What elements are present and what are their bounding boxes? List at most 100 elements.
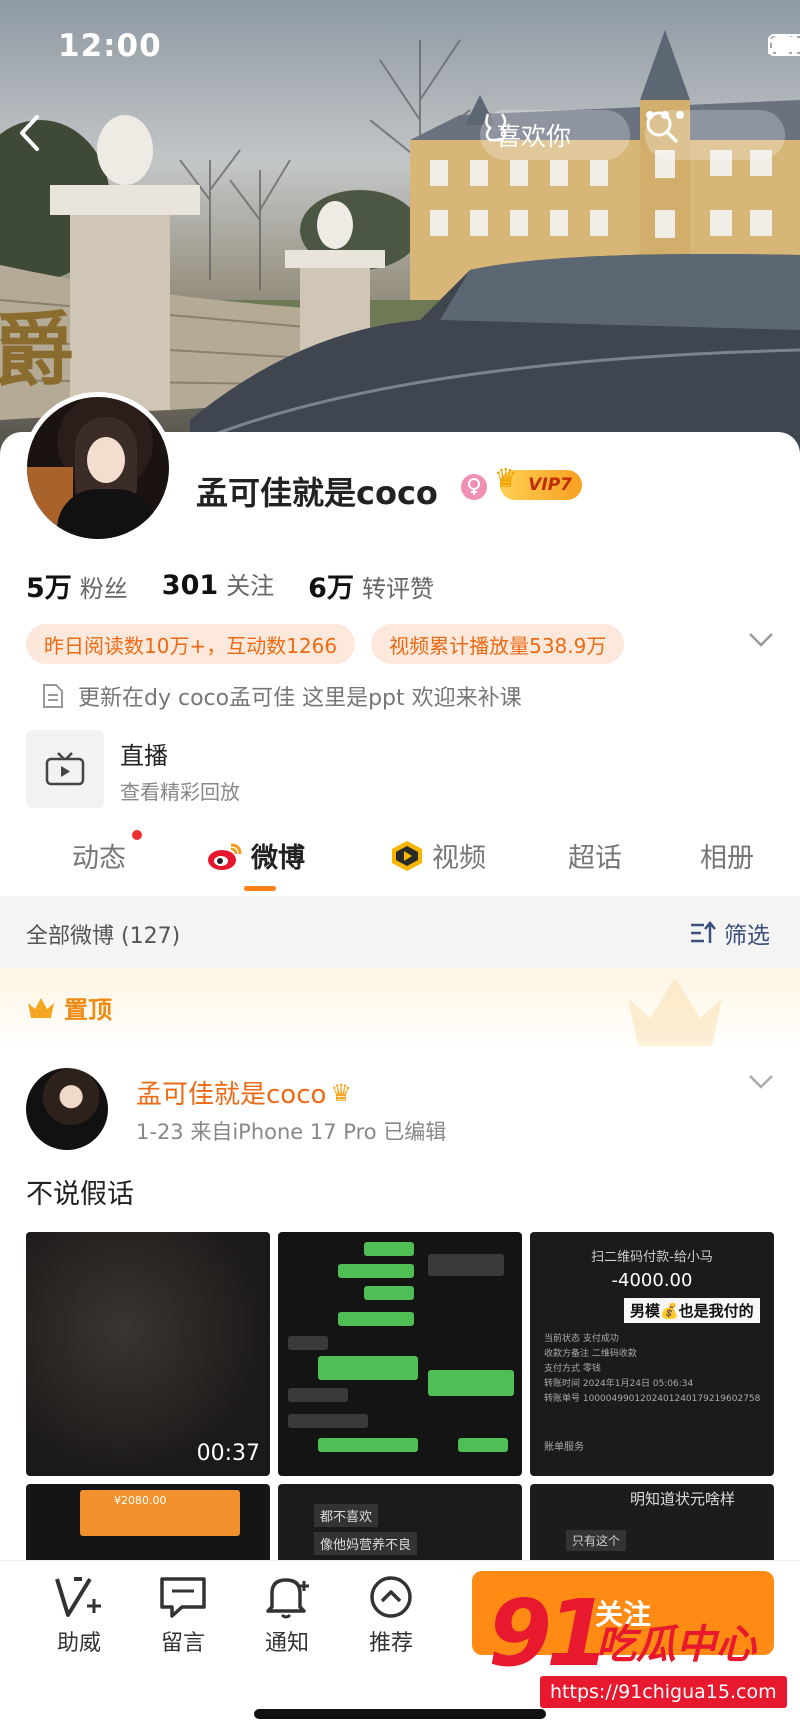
female-icon — [461, 474, 487, 500]
crown-icon — [28, 997, 54, 1018]
payment-footer: 账单服务 — [544, 1442, 584, 1453]
weibo-icon — [208, 843, 242, 870]
post-image-6[interactable]: 明知道状元啥样 只有这个 — [530, 1484, 774, 1564]
post-author-row[interactable]: 孟可佳就是coco ♛ — [136, 1074, 352, 1111]
stat-label: 转评赞 — [361, 575, 434, 603]
stat-label: 关注 — [226, 572, 275, 600]
video-duration: 00:37 — [196, 1441, 260, 1466]
all-posts-count[interactable]: 全部微博 (127) — [26, 918, 180, 950]
tab-video[interactable]: 视频 — [390, 836, 486, 875]
tab-weibo[interactable]: 微博 — [207, 836, 305, 875]
payment-row: 支付方式 零钱 — [544, 1364, 601, 1374]
tab-label: 超话 — [568, 843, 622, 874]
chat-bubble — [318, 1438, 418, 1452]
tab-album[interactable]: 相册 — [700, 836, 754, 875]
chat-bubble — [288, 1388, 348, 1402]
more-icon[interactable] — [645, 110, 685, 120]
back-arrow-icon — [20, 115, 39, 151]
active-tab-underline — [244, 886, 276, 891]
bottom-nav-label: 留言 — [160, 1631, 205, 1656]
unread-dot — [132, 830, 142, 840]
header-nav: 喜欢你 — [0, 110, 800, 160]
tab-super-topic[interactable]: 超话 — [568, 836, 622, 875]
live-replay-thumb[interactable] — [26, 730, 104, 808]
like-you-button[interactable]: 喜欢你 — [480, 110, 630, 160]
expand-chevron-icon[interactable] — [748, 632, 774, 648]
chat-bubble — [458, 1438, 508, 1452]
chat-bubble — [338, 1312, 414, 1326]
post-video-thumb[interactable]: 00:37 — [26, 1232, 270, 1476]
cheer-icon — [55, 1577, 101, 1617]
chat-text: 像他妈营养不良 — [314, 1532, 418, 1555]
bottom-nav-label: 助威 — [56, 1631, 101, 1656]
header-actions — [645, 110, 785, 160]
video-stat-pill[interactable]: 视频累计播放量538.9万 — [371, 624, 625, 664]
avatar-body — [57, 489, 157, 539]
post-author-avatar[interactable] — [26, 1068, 108, 1150]
site-watermark: 91 吃瓜中心 https://91chigua15.com — [478, 1580, 798, 1720]
transfer-card: ¥2080.00 — [80, 1490, 240, 1536]
cheer-button[interactable]: 助威 — [34, 1575, 124, 1657]
tab-dynamic[interactable]: 动态 — [72, 836, 126, 875]
chat-bubble — [428, 1370, 514, 1396]
filter-bar: 全部微博 (127) 筛选 — [0, 896, 800, 968]
document-icon — [43, 684, 63, 708]
stat-likes[interactable]: 6万 转评赞 — [308, 566, 434, 605]
stat-value: 301 — [161, 570, 219, 601]
chat-bubble — [318, 1356, 418, 1380]
stat-value: 6万 — [308, 573, 354, 604]
post-image-payment[interactable]: 扫二维码付款-给小马 -4000.00 男模💰也是我付的 当前状态 支付成功 收… — [530, 1232, 774, 1476]
filter-label: 筛选 — [724, 923, 770, 949]
filter-button[interactable]: 筛选 — [690, 916, 770, 950]
notify-button[interactable]: 通知 — [242, 1575, 332, 1657]
tv-icon — [45, 752, 85, 786]
tab-label: 微博 — [251, 843, 305, 874]
live-title[interactable]: 直播 — [120, 736, 168, 771]
vip-label: VIP7 — [528, 475, 572, 495]
chat-text: 明知道状元啥样 — [630, 1490, 736, 1508]
back-button[interactable] — [18, 114, 58, 158]
like-icon — [485, 113, 507, 142]
payment-row: 转账时间 2024年1月24日 05:06:34 — [544, 1379, 694, 1389]
avatar-face — [87, 437, 125, 483]
chat-bubble — [364, 1286, 414, 1300]
live-subtitle: 查看精彩回放 — [120, 780, 240, 804]
chat-bubble — [288, 1414, 368, 1428]
bottom-nav-label: 通知 — [264, 1631, 309, 1656]
pinned-label-group: 置顶 — [26, 990, 112, 1025]
profile-avatar[interactable] — [22, 392, 174, 544]
pinned-banner: 置顶 — [0, 968, 800, 1048]
payment-caption: 男模💰也是我付的 — [624, 1298, 760, 1323]
profile-highlights: 昨日阅读数10万+，互动数1266 视频累计播放量538.9万 — [26, 624, 625, 664]
tab-label: 相册 — [700, 843, 754, 874]
bell-icon — [266, 1578, 309, 1619]
recommend-button[interactable]: 推荐 — [346, 1575, 436, 1657]
payment-row: 收款方备注 二维码收款 — [544, 1349, 637, 1359]
post-image-chat-1[interactable] — [278, 1232, 522, 1476]
chat-bubble — [338, 1264, 414, 1278]
reading-stat-pill[interactable]: 昨日阅读数10万+，互动数1266 — [26, 624, 356, 664]
watermark-brand: 91 — [488, 1580, 610, 1687]
stat-following[interactable]: 301 关注 — [162, 566, 274, 605]
chat-bubble — [288, 1336, 328, 1350]
comment-button[interactable]: 留言 — [138, 1575, 228, 1657]
post-image-5[interactable]: 都不喜欢 像他妈营养不良 — [278, 1484, 522, 1564]
vip-badge[interactable]: ♛ VIP7 — [494, 464, 582, 500]
battery-icon — [768, 34, 800, 56]
video-icon — [392, 840, 422, 871]
post-text: 不说假话 — [26, 1179, 134, 1210]
profile-bio: 更新在dy coco孟可佳 这里是ppt 欢迎来补课 — [42, 680, 522, 712]
crown-decoration-icon — [628, 978, 722, 1046]
crown-icon: ♛ — [494, 464, 518, 494]
chat-bubble — [364, 1242, 414, 1256]
stat-followers[interactable]: 5万 粉丝 — [26, 566, 128, 605]
stat-value: 5万 — [26, 573, 72, 604]
payment-title: 扫二维码付款-给小马 — [591, 1250, 713, 1265]
post-image-4[interactable]: ¥2080.00 — [26, 1484, 270, 1564]
crown-icon: ♛ — [330, 1078, 352, 1107]
post-menu-chevron-icon[interactable] — [748, 1074, 774, 1090]
post-meta: 1-23 来自iPhone 17 Pro 已编辑 — [136, 1120, 447, 1144]
profile-tabs: 动态 微博 视频 超话 相册 — [0, 826, 800, 896]
bottom-nav-label: 推荐 — [368, 1631, 413, 1656]
payment-amount: -4000.00 — [611, 1270, 693, 1291]
